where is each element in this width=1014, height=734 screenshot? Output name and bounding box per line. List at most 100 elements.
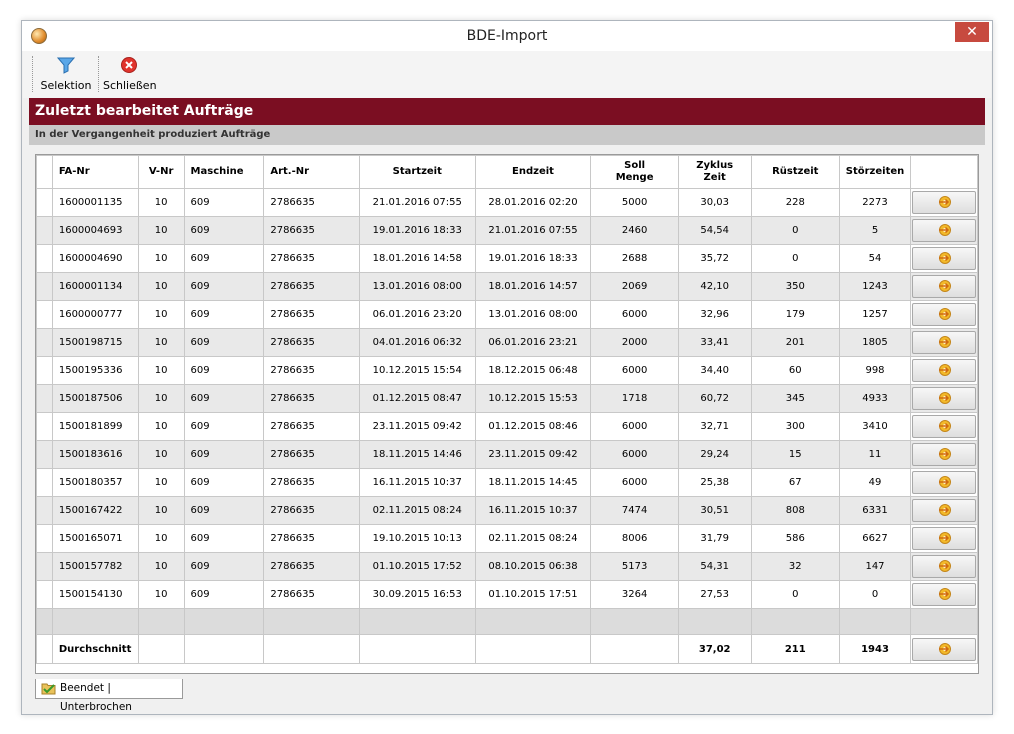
cell-endzeit: 18.12.2015 06:48 xyxy=(474,356,592,385)
row-action-button[interactable] xyxy=(911,415,976,438)
cell-maschine: 609 xyxy=(183,524,265,553)
cell-art-nr: 2786635 xyxy=(263,328,360,357)
row-indicator[interactable] xyxy=(36,552,53,581)
row-indicator[interactable] xyxy=(36,496,53,525)
column-header-art-nr[interactable]: Art.-Nr xyxy=(263,155,360,189)
table-row[interactable]: 1600004690 10 609 2786635 18.01.2016 14:58 19… xyxy=(36,244,979,273)
window-close-button[interactable]: ✕ xyxy=(955,22,989,42)
cell-maschine: 609 xyxy=(183,244,265,273)
cell-stoerzeiten: 998 xyxy=(839,356,911,385)
cell-zyklus-zeit: 33,41 xyxy=(677,328,752,357)
row-indicator[interactable] xyxy=(36,356,53,385)
row-action-button[interactable] xyxy=(911,583,976,606)
average-zyklus-zeit: 37,02 xyxy=(677,634,752,664)
gear-arrow-icon xyxy=(937,279,953,296)
empty-cell xyxy=(839,608,911,635)
table-row[interactable]: 1500187506 10 609 2786635 01.12.2015 08:47 10… xyxy=(36,384,979,413)
cell-ruestzeit: 60 xyxy=(750,356,841,385)
row-indicator[interactable] xyxy=(36,328,53,357)
column-header-ruestzeit[interactable]: Rüstzeit xyxy=(750,155,841,189)
row-indicator[interactable] xyxy=(36,272,53,301)
column-header-maschine[interactable]: Maschine xyxy=(183,155,265,189)
row-indicator[interactable] xyxy=(36,412,53,441)
cell-art-nr: 2786635 xyxy=(263,188,360,217)
cell-fa-nr: 1600004693 xyxy=(51,216,139,245)
row-indicator[interactable] xyxy=(36,468,53,497)
table-row[interactable]: 1600001134 10 609 2786635 13.01.2016 08:00 18… xyxy=(36,272,979,301)
table-row[interactable]: 1500198715 10 609 2786635 04.01.2016 06:32 06… xyxy=(36,328,979,357)
table-row[interactable]: 1500165071 10 609 2786635 19.10.2015 10:13 02… xyxy=(36,524,979,553)
table-row[interactable]: 1500154130 10 609 2786635 30.09.2015 16:53 01… xyxy=(36,580,979,609)
cell-zyklus-zeit: 35,72 xyxy=(677,244,752,273)
row-action-button[interactable] xyxy=(911,387,976,410)
row-action-button[interactable] xyxy=(911,191,976,214)
cell-maschine: 609 xyxy=(183,440,265,469)
table-row[interactable]: 1600001135 10 609 2786635 21.01.2016 07:55 28… xyxy=(36,188,979,217)
tab-beendet-unterbrochen[interactable]: Beendet | Unterbrochen xyxy=(35,679,183,713)
table-row[interactable]: 1500167422 10 609 2786635 02.11.2015 08:24 16… xyxy=(36,496,979,525)
cell-maschine: 609 xyxy=(183,580,265,609)
cell-zyklus-zeit: 27,53 xyxy=(677,580,752,609)
row-indicator[interactable] xyxy=(36,188,53,217)
cell-endzeit: 10.12.2015 15:53 xyxy=(474,384,592,413)
row-indicator[interactable] xyxy=(36,524,53,553)
row-action-button[interactable] xyxy=(911,471,976,494)
cell-endzeit: 21.01.2016 07:55 xyxy=(474,216,592,245)
row-action-button[interactable] xyxy=(911,359,976,382)
soll-label: Soll xyxy=(624,160,646,171)
table-row[interactable]: 1600000777 10 609 2786635 06.01.2016 23:20 13… xyxy=(36,300,979,329)
row-action-button[interactable] xyxy=(911,499,976,522)
table-row[interactable]: 1500180357 10 609 2786635 16.11.2015 10:37 18… xyxy=(36,468,979,497)
average-ruestzeit: 211 xyxy=(750,634,841,664)
table-row[interactable]: 1500157782 10 609 2786635 01.10.2015 17:52 08… xyxy=(36,552,979,581)
table-row[interactable]: 1500183616 10 609 2786635 18.11.2015 14:46 23… xyxy=(36,440,979,469)
cell-stoerzeiten: 49 xyxy=(839,468,911,497)
row-action-button[interactable] xyxy=(911,331,976,354)
row-indicator[interactable] xyxy=(36,384,53,413)
row-action-button[interactable] xyxy=(911,637,976,661)
selektion-button[interactable]: Selektion xyxy=(37,54,95,94)
cell-ruestzeit: 808 xyxy=(750,496,841,525)
row-action-button[interactable] xyxy=(911,247,976,270)
cell-stoerzeiten: 6627 xyxy=(839,524,911,553)
table-row[interactable]: 1500181899 10 609 2786635 23.11.2015 09:42 01… xyxy=(36,412,979,441)
empty-cell xyxy=(137,608,185,635)
row-indicator[interactable] xyxy=(36,300,53,329)
cell-zyklus-zeit: 54,31 xyxy=(677,552,752,581)
column-header-soll-menge[interactable]: Soll Menge xyxy=(590,155,679,189)
average-empty-cell xyxy=(474,634,592,664)
table-row[interactable]: 1500195336 10 609 2786635 10.12.2015 15:54 18… xyxy=(36,356,979,385)
bde-import-window: BDE-Import ✕ Selektion Schließen Zuletzt… xyxy=(21,20,993,715)
row-action-button[interactable] xyxy=(911,275,976,298)
cell-stoerzeiten: 1257 xyxy=(839,300,911,329)
row-action-button[interactable] xyxy=(911,303,976,326)
zyklus-label: Zyklus xyxy=(696,160,734,171)
row-action-button[interactable] xyxy=(911,219,976,242)
row-indicator[interactable] xyxy=(36,580,53,609)
folder-icon xyxy=(41,682,57,702)
cell-maschine: 609 xyxy=(183,216,265,245)
cell-stoerzeiten: 11 xyxy=(839,440,911,469)
column-header-stoerzeiten[interactable]: Störzeiten xyxy=(839,155,911,189)
cell-v-nr: 10 xyxy=(137,412,185,441)
selektion-label: Selektion xyxy=(40,79,92,92)
row-indicator[interactable] xyxy=(36,244,53,273)
table-row[interactable]: 1600004693 10 609 2786635 19.01.2016 18:33 21… xyxy=(36,216,979,245)
cell-maschine: 609 xyxy=(183,356,265,385)
column-header-endzeit[interactable]: Endzeit xyxy=(474,155,592,189)
row-indicator[interactable] xyxy=(36,216,53,245)
empty-cell xyxy=(474,608,592,635)
row-action-button[interactable] xyxy=(911,527,976,550)
empty-cell xyxy=(909,608,979,635)
average-empty-cell xyxy=(590,634,679,664)
row-indicator[interactable] xyxy=(36,440,53,469)
column-header-v-nr[interactable]: V-Nr xyxy=(137,155,185,189)
column-header-startzeit[interactable]: Startzeit xyxy=(358,155,476,189)
cell-soll-menge: 6000 xyxy=(590,468,679,497)
column-header-fa-nr[interactable]: FA-Nr xyxy=(51,155,139,189)
column-header-zyklus-zeit[interactable]: Zyklus Zeit xyxy=(677,155,752,189)
row-action-button[interactable] xyxy=(911,443,976,466)
schliessen-button[interactable]: Schließen xyxy=(103,54,157,94)
row-action-button[interactable] xyxy=(911,555,976,578)
cell-zyklus-zeit: 31,79 xyxy=(677,524,752,553)
